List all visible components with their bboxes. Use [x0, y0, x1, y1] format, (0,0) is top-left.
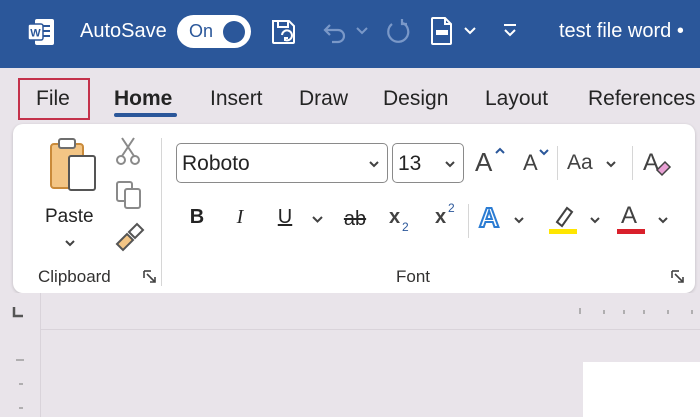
subscript-glyph: x: [389, 206, 401, 228]
caret-up-icon: [495, 147, 505, 154]
word-logo-icon: W: [27, 19, 54, 45]
title-bar: W AutoSave On test file word •: [0, 0, 700, 68]
chevron-down-icon: [658, 217, 668, 224]
font-color-swatch: [617, 229, 645, 234]
shrink-font-button[interactable]: A: [521, 142, 557, 182]
italic-button[interactable]: I: [231, 206, 249, 229]
paste-button[interactable]: Paste: [41, 132, 111, 247]
ribbon-panel: Paste Clipboard Roboto 13 A A Aa A B I U…: [13, 124, 695, 293]
redo-icon[interactable]: [382, 15, 414, 47]
underline-button[interactable]: U: [275, 206, 295, 229]
autosave-label: AutoSave: [80, 20, 167, 42]
ruler-ticks: [579, 308, 693, 314]
divider: [557, 146, 558, 180]
toggle-knob: [223, 21, 245, 43]
font-size-select[interactable]: 13: [392, 143, 464, 183]
chevron-down-icon: [590, 217, 600, 224]
word-window: W AutoSave On test file word • File Home…: [0, 0, 700, 417]
font-color-button[interactable]: A: [617, 200, 673, 240]
highlight-color-button[interactable]: [547, 200, 603, 240]
tab-insert[interactable]: Insert: [210, 87, 263, 111]
tab-file[interactable]: File: [36, 87, 70, 111]
superscript-button[interactable]: x 2: [435, 201, 461, 232]
chevron-down-icon: [369, 161, 379, 168]
tab-layout[interactable]: Layout: [485, 87, 548, 111]
superscript-glyph: x: [435, 206, 447, 228]
save-icon[interactable]: [268, 16, 300, 48]
svg-text:A: A: [643, 149, 659, 176]
grow-font-glyph: A: [475, 147, 493, 177]
font-group-label: Font: [396, 267, 431, 286]
tab-references[interactable]: References: [588, 87, 695, 111]
shrink-font-glyph: A: [523, 150, 538, 175]
change-case-glyph: Aa: [567, 151, 593, 174]
caret-down-icon: [539, 149, 549, 156]
font-name-select[interactable]: Roboto: [176, 143, 388, 183]
tab-draw[interactable]: Draw: [299, 87, 348, 111]
grow-font-button[interactable]: A: [475, 142, 511, 182]
ruler-divider: [40, 329, 700, 330]
clipboard-launcher-icon[interactable]: [143, 270, 157, 284]
highlighter-icon: [549, 206, 577, 234]
font-name-value: Roboto: [182, 152, 250, 175]
tab-home[interactable]: Home: [114, 87, 172, 111]
new-document-icon[interactable]: [428, 15, 456, 47]
paste-chevron-icon: [65, 240, 75, 247]
autosave-toggle[interactable]: On: [177, 15, 251, 48]
bold-button[interactable]: B: [187, 206, 207, 229]
paste-label: Paste: [45, 206, 94, 227]
undo-icon[interactable]: [318, 16, 350, 48]
clipboard-group-label: Clipboard: [38, 267, 111, 286]
vertical-ruler-ticks: [16, 359, 24, 409]
autosave-toggle-label: On: [189, 21, 214, 41]
text-effects-glyph: A: [478, 201, 500, 234]
tab-design[interactable]: Design: [383, 87, 448, 111]
strikethrough-button[interactable]: ab: [341, 208, 369, 231]
copy-icon[interactable]: [115, 180, 143, 210]
format-painter-icon[interactable]: [113, 222, 145, 252]
document-page[interactable]: [583, 362, 700, 417]
chevron-down-icon: [606, 161, 616, 168]
divider: [632, 146, 633, 180]
font-size-value: 13: [398, 152, 422, 175]
group-divider: [161, 138, 162, 286]
customize-toolbar-icon[interactable]: [500, 20, 520, 40]
superscript-mark: 2: [448, 201, 455, 215]
chevron-down-icon: [445, 161, 455, 168]
cut-icon[interactable]: [115, 136, 141, 166]
subscript-button[interactable]: x 2: [389, 204, 415, 234]
tab-stop-selector-icon[interactable]: [12, 306, 24, 318]
text-effects-button[interactable]: A: [477, 200, 533, 238]
change-case-button[interactable]: Aa: [567, 144, 623, 180]
active-tab-indicator: [114, 113, 177, 117]
clear-formatting-icon[interactable]: A: [641, 146, 675, 180]
document-dropdown-chevron-icon[interactable]: [462, 22, 478, 38]
paste-icon: [50, 138, 96, 191]
font-color-glyph: A: [621, 202, 638, 229]
divider: [468, 204, 469, 238]
chevron-down-icon: [514, 217, 524, 224]
subscript-mark: 2: [402, 220, 409, 234]
ruler-divider: [40, 293, 41, 417]
undo-dropdown-chevron-icon[interactable]: [354, 22, 370, 38]
document-title[interactable]: test file word •: [559, 20, 684, 43]
svg-text:W: W: [30, 28, 41, 40]
font-launcher-icon[interactable]: [671, 270, 685, 284]
underline-chevron-icon[interactable]: [311, 213, 324, 226]
